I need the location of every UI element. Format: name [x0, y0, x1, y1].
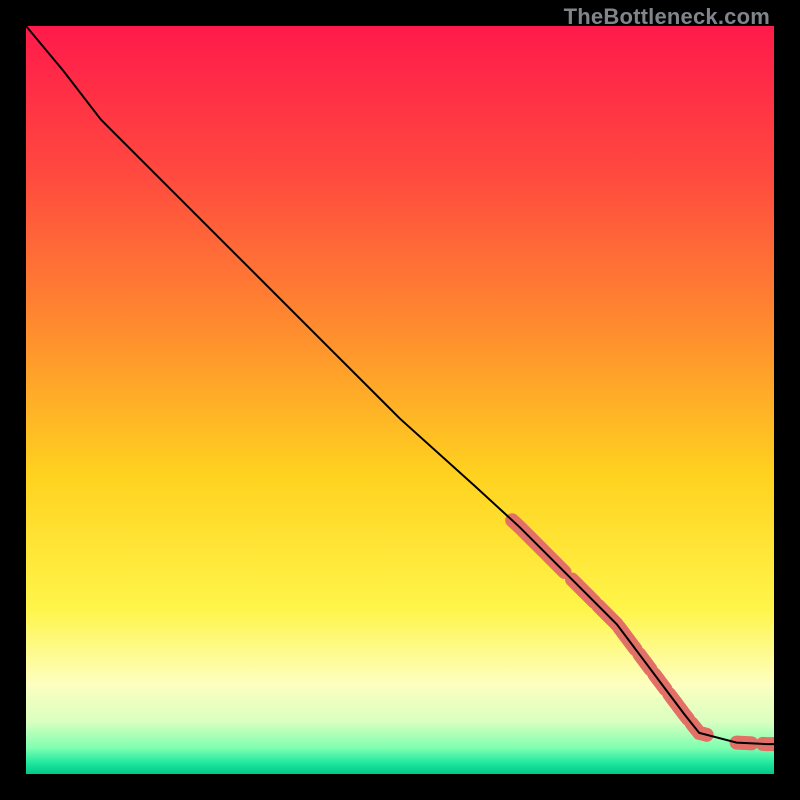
chart-background	[26, 26, 774, 774]
chart-frame	[26, 26, 774, 774]
watermark-text: TheBottleneck.com	[564, 4, 770, 30]
chart-plot	[26, 26, 774, 774]
